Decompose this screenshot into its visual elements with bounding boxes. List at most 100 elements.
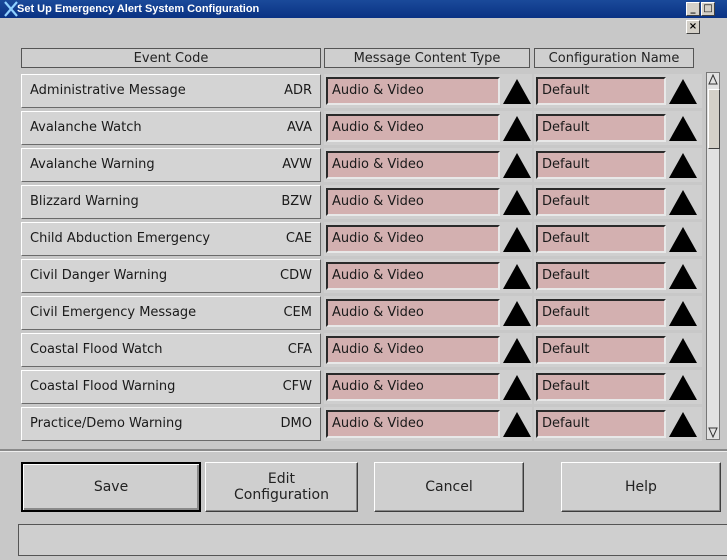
- message-content-type-value[interactable]: Audio & Video: [326, 225, 500, 253]
- message-content-type-value[interactable]: Audio & Video: [326, 151, 500, 179]
- close-button[interactable]: ×: [686, 20, 700, 34]
- title-bar: Set Up Emergency Alert System Configurat…: [0, 0, 727, 34]
- event-code: CDW: [280, 268, 312, 283]
- message-content-type-dropdown[interactable]: Audio & Video: [324, 370, 532, 404]
- dropdown-arrow-icon[interactable]: [668, 411, 698, 438]
- configuration-name-value[interactable]: Default: [536, 410, 666, 438]
- event-name: Coastal Flood Warning: [30, 379, 176, 394]
- message-content-type-value[interactable]: Audio & Video: [326, 114, 500, 142]
- configuration-name-dropdown[interactable]: Default: [534, 296, 702, 330]
- scroll-down-arrow-icon[interactable]: [708, 426, 718, 438]
- event-code: CFA: [287, 342, 312, 357]
- dropdown-arrow-icon[interactable]: [502, 115, 532, 142]
- message-content-type-value[interactable]: Audio & Video: [326, 336, 500, 364]
- edit-configuration-button-label: Edit Configuration: [234, 471, 329, 503]
- message-content-type-dropdown[interactable]: Audio & Video: [324, 296, 532, 330]
- configuration-name-dropdown[interactable]: Default: [534, 185, 702, 219]
- maximize-button[interactable]: □: [701, 2, 715, 16]
- dropdown-arrow-icon[interactable]: [502, 263, 532, 290]
- configuration-name-dropdown[interactable]: Default: [534, 259, 702, 293]
- message-content-type-dropdown[interactable]: Audio & Video: [324, 111, 532, 145]
- message-content-type-dropdown[interactable]: Audio & Video: [324, 222, 532, 256]
- scroll-up-arrow-icon[interactable]: [708, 74, 718, 86]
- cancel-button[interactable]: Cancel: [374, 462, 524, 512]
- event-name: Practice/Demo Warning: [30, 416, 183, 431]
- message-content-type-value[interactable]: Audio & Video: [326, 410, 500, 438]
- window-title: Set Up Emergency Alert System Configurat…: [17, 3, 260, 15]
- dropdown-arrow-icon[interactable]: [668, 189, 698, 216]
- event-row: Administrative Message ADR: [21, 74, 321, 108]
- dropdown-arrow-icon[interactable]: [502, 226, 532, 253]
- configuration-name-dropdown[interactable]: Default: [534, 148, 702, 182]
- event-row: Coastal Flood Watch CFA: [21, 333, 321, 367]
- event-name: Avalanche Watch: [30, 120, 142, 135]
- dropdown-arrow-icon[interactable]: [502, 374, 532, 401]
- event-name: Child Abduction Emergency: [30, 231, 211, 246]
- dropdown-arrow-icon[interactable]: [502, 189, 532, 216]
- dropdown-arrow-icon[interactable]: [668, 78, 698, 105]
- event-code: CEM: [283, 305, 312, 320]
- dropdown-arrow-icon[interactable]: [668, 263, 698, 290]
- configuration-name-value[interactable]: Default: [536, 336, 666, 364]
- event-code: DMO: [280, 416, 312, 431]
- dropdown-arrow-icon[interactable]: [668, 337, 698, 364]
- event-row: Practice/Demo Warning DMO: [21, 407, 321, 441]
- header-event-code: Event Code: [21, 48, 321, 68]
- dropdown-arrow-icon[interactable]: [668, 115, 698, 142]
- scrollbar-thumb[interactable]: [708, 89, 720, 149]
- save-button[interactable]: Save: [21, 462, 201, 512]
- configuration-name-dropdown[interactable]: Default: [534, 370, 702, 404]
- configuration-name-value[interactable]: Default: [536, 151, 666, 179]
- configuration-name-value[interactable]: Default: [536, 225, 666, 253]
- event-name: Blizzard Warning: [30, 194, 139, 209]
- event-row: Blizzard Warning BZW: [21, 185, 321, 219]
- configuration-name-value[interactable]: Default: [536, 114, 666, 142]
- configuration-name-value[interactable]: Default: [536, 262, 666, 290]
- event-code: AVA: [286, 120, 312, 135]
- dropdown-arrow-icon[interactable]: [668, 152, 698, 179]
- event-row: Civil Danger Warning CDW: [21, 259, 321, 293]
- configuration-name-dropdown[interactable]: Default: [534, 333, 702, 367]
- event-name: Administrative Message: [30, 83, 186, 98]
- message-content-type-value[interactable]: Audio & Video: [326, 77, 500, 105]
- configuration-name-value[interactable]: Default: [536, 299, 666, 327]
- edit-configuration-button[interactable]: Edit Configuration: [205, 462, 358, 512]
- app-logo-icon: [4, 1, 18, 17]
- configuration-name-value[interactable]: Default: [536, 188, 666, 216]
- configuration-name-dropdown[interactable]: Default: [534, 222, 702, 256]
- dropdown-arrow-icon[interactable]: [502, 337, 532, 364]
- dropdown-arrow-icon[interactable]: [668, 300, 698, 327]
- save-button-label: Save: [93, 479, 129, 495]
- configuration-name-dropdown[interactable]: Default: [534, 74, 702, 108]
- message-content-type-dropdown[interactable]: Audio & Video: [324, 185, 532, 219]
- minimize-button[interactable]: _: [686, 2, 700, 16]
- help-button[interactable]: Help: [561, 462, 721, 512]
- message-content-type-dropdown[interactable]: Audio & Video: [324, 333, 532, 367]
- dropdown-arrow-icon[interactable]: [502, 78, 532, 105]
- configuration-name-dropdown[interactable]: Default: [534, 407, 702, 441]
- configuration-name-value[interactable]: Default: [536, 77, 666, 105]
- message-content-type-value[interactable]: Audio & Video: [326, 373, 500, 401]
- divider: [0, 449, 727, 452]
- header-configuration-name: Configuration Name: [534, 48, 694, 68]
- dropdown-arrow-icon[interactable]: [502, 152, 532, 179]
- message-content-type-dropdown[interactable]: Audio & Video: [324, 407, 532, 441]
- configuration-name-dropdown[interactable]: Default: [534, 111, 702, 145]
- dropdown-arrow-icon[interactable]: [668, 374, 698, 401]
- dropdown-arrow-icon[interactable]: [668, 226, 698, 253]
- message-content-type-dropdown[interactable]: Audio & Video: [324, 148, 532, 182]
- message-content-type-dropdown[interactable]: Audio & Video: [324, 74, 532, 108]
- message-content-type-value[interactable]: Audio & Video: [326, 262, 500, 290]
- dropdown-arrow-icon[interactable]: [502, 300, 532, 327]
- event-name: Civil Emergency Message: [30, 305, 197, 320]
- message-content-type-dropdown[interactable]: Audio & Video: [324, 259, 532, 293]
- event-name: Coastal Flood Watch: [30, 342, 163, 357]
- event-code: CFW: [282, 379, 312, 394]
- message-content-type-value[interactable]: Audio & Video: [326, 299, 500, 327]
- configuration-name-value[interactable]: Default: [536, 373, 666, 401]
- message-content-type-value[interactable]: Audio & Video: [326, 188, 500, 216]
- dropdown-arrow-icon[interactable]: [502, 411, 532, 438]
- event-name: Avalanche Warning: [30, 157, 155, 172]
- header-message-content-type: Message Content Type: [324, 48, 530, 68]
- vertical-scrollbar[interactable]: [706, 72, 720, 440]
